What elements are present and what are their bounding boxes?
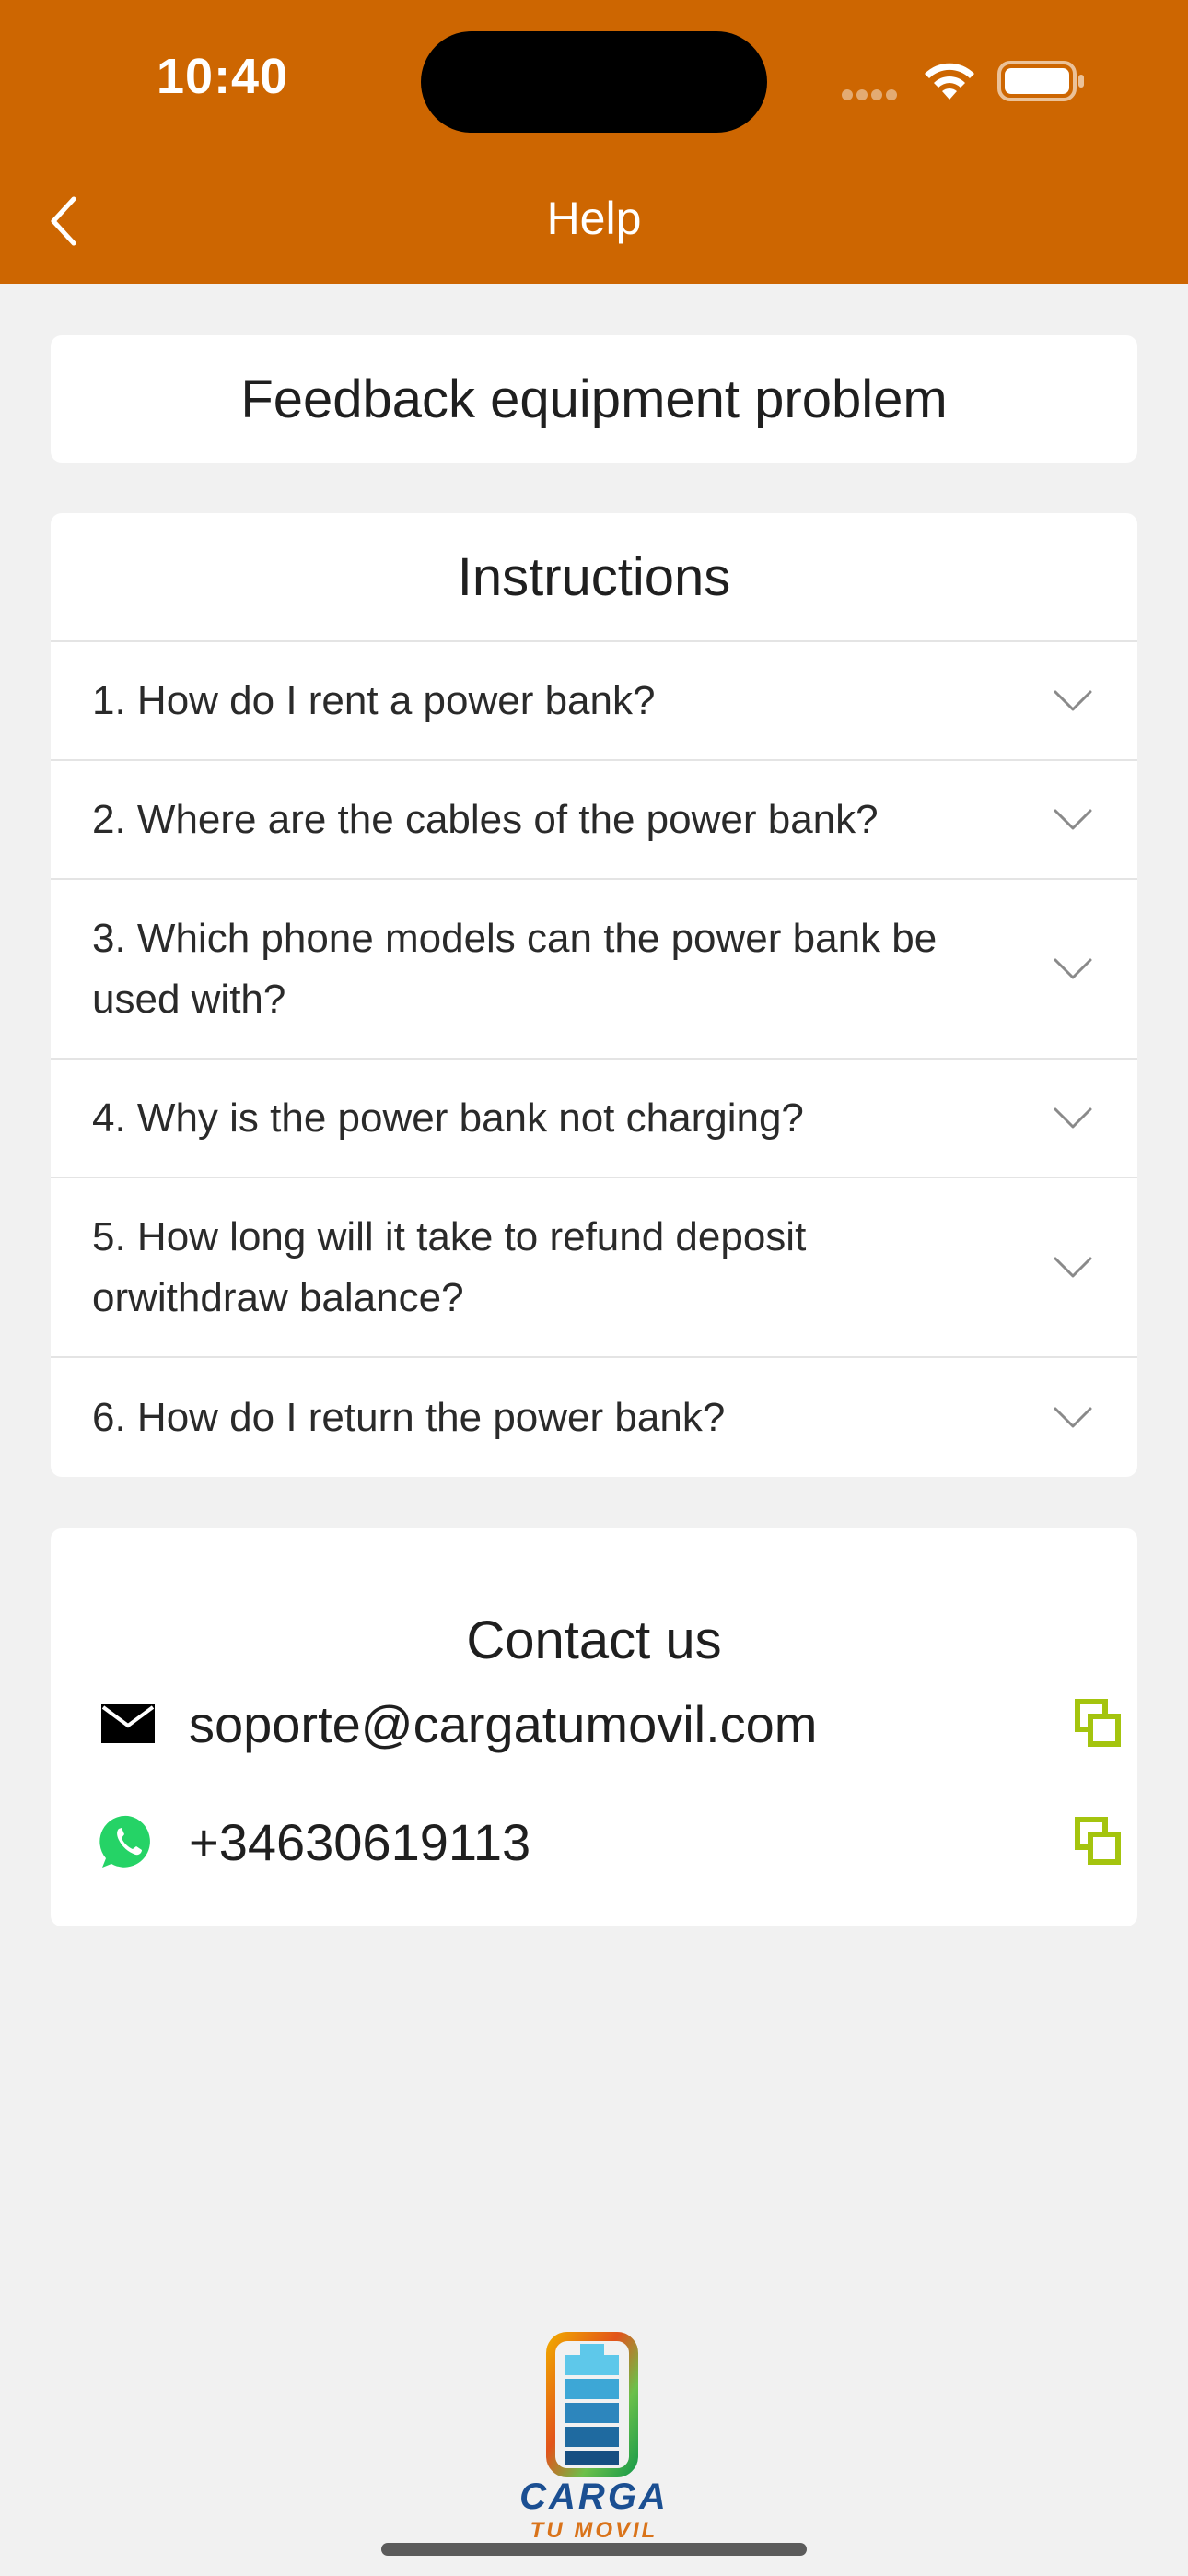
contact-email[interactable]: soporte@cargatumovil.com (189, 1694, 1074, 1754)
chevron-down-icon (1054, 690, 1092, 710)
faq-question: 1. How do I rent a power bank? (92, 677, 656, 723)
whatsapp-icon (99, 1812, 157, 1871)
battery-phone-logo-icon (546, 2332, 638, 2477)
contact-email-row: soporte@cargatumovil.com (51, 1682, 1133, 1765)
contact-phone[interactable]: +34630619113 (189, 1812, 1074, 1872)
contact-title: Contact us (466, 1610, 722, 1670)
copy-phone-icon[interactable] (1074, 1816, 1125, 1868)
instructions-card: Instructions 1. How do I rent a power ba… (51, 513, 1137, 1477)
faq-item-cables[interactable]: 2. Where are the cables of the power ban… (51, 761, 1137, 880)
faq-question: 5. How long will it take to refund depos… (92, 1213, 807, 1320)
battery-icon (997, 61, 1086, 106)
faq-question: 3. Which phone models can the power bank… (92, 915, 938, 1022)
chevron-down-icon (1054, 1107, 1092, 1128)
copy-email-icon[interactable] (1074, 1698, 1125, 1750)
logo-text-tu-movil: TU MOVIL (530, 2518, 658, 2543)
contact-phone-row: +34630619113 (51, 1800, 1133, 1883)
faq-item-return[interactable]: 6. How do I return the power bank? (51, 1358, 1137, 1477)
dynamic-island (421, 31, 767, 133)
feedback-label: Feedback equipment problem (240, 369, 948, 429)
page-title: Help (546, 193, 642, 244)
home-indicator[interactable] (381, 2543, 807, 2556)
faq-question: 4. Why is the power bank not charging? (92, 1095, 804, 1141)
faq-question: 6. How do I return the power bank? (92, 1394, 726, 1440)
feedback-equipment-button[interactable]: Feedback equipment problem (51, 335, 1137, 463)
faq-item-refund[interactable]: 5. How long will it take to refund depos… (51, 1178, 1137, 1358)
status-time: 10:40 (157, 49, 289, 104)
faq-item-phone-models[interactable]: 3. Which phone models can the power bank… (51, 880, 1137, 1060)
faq-item-not-charging[interactable]: 4. Why is the power bank not charging? (51, 1060, 1137, 1178)
instructions-title: Instructions (51, 513, 1137, 642)
faq-item-rent[interactable]: 1. How do I rent a power bank? (51, 642, 1137, 761)
wifi-icon (921, 59, 978, 108)
chevron-down-icon (1054, 1407, 1092, 1427)
app-header: 10:40 Help (0, 0, 1188, 284)
chevron-down-icon (1054, 809, 1092, 829)
cellular-signal-icon (842, 88, 901, 105)
faq-question: 2. Where are the cables of the power ban… (92, 796, 879, 842)
mail-icon (99, 1694, 157, 1753)
chevron-down-icon (1054, 1257, 1092, 1277)
carga-tu-movil-logo: CARGA TU MOVIL (516, 2331, 672, 2543)
logo-text-carga: CARGA (519, 2476, 669, 2517)
chevron-down-icon (1054, 958, 1092, 978)
